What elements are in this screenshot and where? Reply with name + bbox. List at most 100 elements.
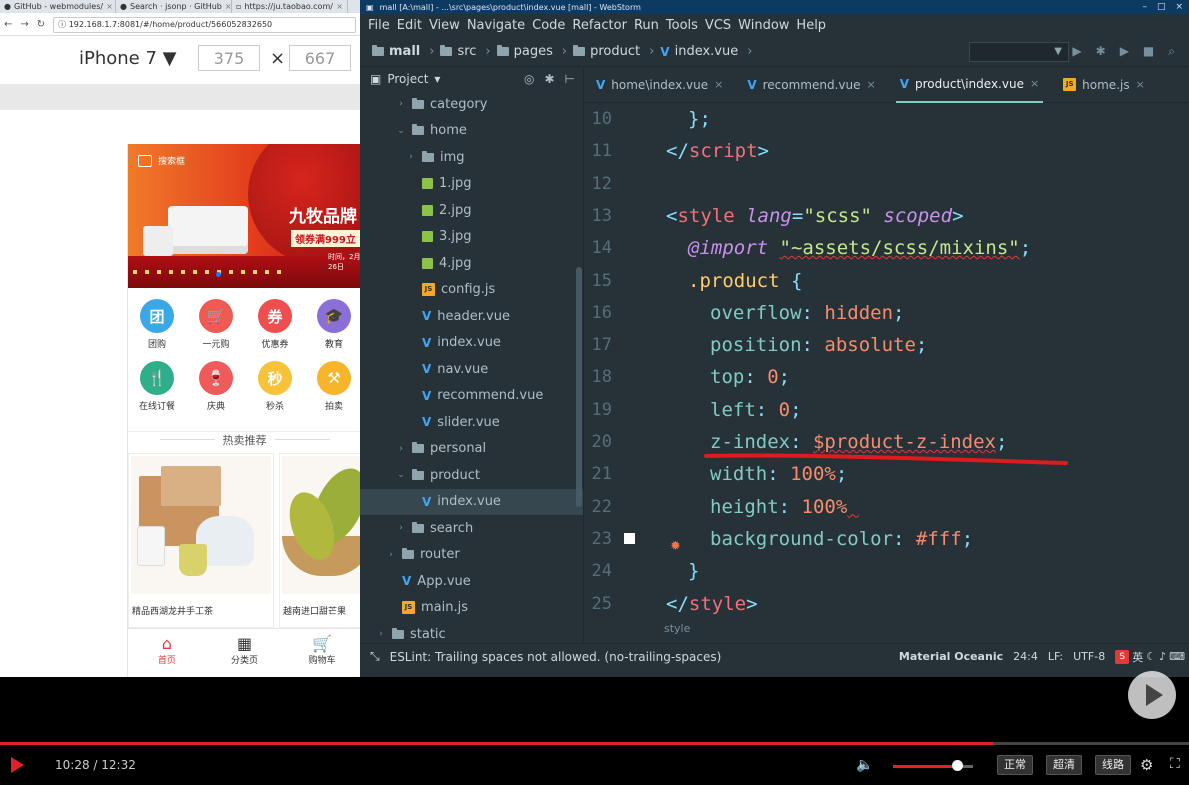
- tree-node[interactable]: › category: [360, 91, 583, 118]
- close-icon[interactable]: ×: [336, 2, 343, 11]
- tree-node[interactable]: ⌄ home: [360, 118, 583, 145]
- scrollbar[interactable]: [576, 267, 582, 507]
- hide-panel-icon[interactable]: ⊢: [565, 72, 575, 86]
- run-icon[interactable]: ▶: [1072, 44, 1081, 59]
- chevron-right-icon[interactable]: ›: [386, 550, 396, 560]
- tree-node[interactable]: › search: [360, 515, 583, 542]
- quality-hd-button[interactable]: 超清: [1046, 755, 1082, 775]
- tree-node[interactable]: › static: [360, 621, 583, 642]
- grid-item-order-food[interactable]: 🍴 在线订餐: [128, 361, 186, 412]
- tree-node[interactable]: Vslider.vue: [360, 409, 583, 436]
- code-line[interactable]: 19 left: 0;: [584, 394, 1189, 426]
- browser-tab[interactable]: ▫ https://ju.taobao.com/×: [232, 0, 348, 13]
- code-line[interactable]: 13 <style lang="scss" scoped>: [584, 200, 1189, 232]
- code-line[interactable]: 10};: [584, 103, 1189, 135]
- ime-toolbar[interactable]: S 英 ☾ ♪ ⌨: [1115, 649, 1185, 665]
- code-line[interactable]: 18 top: 0;: [584, 361, 1189, 393]
- grid-item-celebration[interactable]: 🍷 庆典: [187, 361, 245, 412]
- chevron-right-icon[interactable]: ›: [396, 523, 406, 533]
- browser-tab[interactable]: ● GitHub - webmodules/×: [0, 0, 116, 13]
- tree-node[interactable]: › img: [360, 144, 583, 171]
- grid-item-education[interactable]: 🎓 教育: [305, 299, 360, 350]
- url-field[interactable]: ⓘ 192.168.1.7:8081/#/home/product/566052…: [53, 16, 356, 33]
- line-separator[interactable]: LF:: [1048, 650, 1063, 663]
- scroll-from-source-icon[interactable]: ◎: [524, 72, 534, 86]
- chevron-right-icon[interactable]: ›: [396, 444, 406, 454]
- chevron-right-icon[interactable]: ›: [396, 99, 406, 109]
- chevron-down-icon[interactable]: ⌄: [396, 126, 406, 136]
- menu-item-window[interactable]: Window: [738, 18, 789, 33]
- menu-item-help[interactable]: Help: [796, 18, 826, 33]
- grid-item-coupon[interactable]: 券优惠券: [246, 299, 304, 350]
- breadcrumb-item[interactable]: mall ›: [372, 44, 434, 59]
- menu-item-navigate[interactable]: Navigate: [467, 18, 525, 33]
- code-line[interactable]: 22 height: 100%: [584, 491, 1189, 523]
- maximize-icon[interactable]: □: [1157, 2, 1166, 12]
- browser-tab[interactable]: ● Search · jsonp · GitHub ×: [116, 0, 232, 13]
- device-height-input[interactable]: 667: [289, 45, 351, 71]
- settings-icon[interactable]: ⚙: [1140, 756, 1153, 774]
- code-line[interactable]: 17 position: absolute;: [584, 329, 1189, 361]
- menu-item-vcs[interactable]: VCS: [705, 18, 731, 33]
- editor-breadcrumb[interactable]: style: [664, 622, 690, 635]
- code-line[interactable]: 24}: [584, 555, 1189, 587]
- menu-item-run[interactable]: Run: [634, 18, 659, 33]
- volume-handle[interactable]: [952, 760, 963, 771]
- code-line[interactable]: 12: [584, 168, 1189, 200]
- tree-node[interactable]: JS main.js: [360, 595, 583, 622]
- chevron-right-icon[interactable]: ›: [376, 629, 386, 639]
- stop-icon[interactable]: ■: [1143, 44, 1154, 59]
- caret-position[interactable]: 24:4: [1013, 650, 1038, 663]
- tab-home[interactable]: ⌂ 首页: [128, 629, 206, 677]
- close-icon[interactable]: ×: [1030, 77, 1039, 90]
- product-card[interactable]: 越南进口甜芒果: [279, 453, 360, 628]
- breadcrumb-item[interactable]: product ›: [573, 44, 654, 59]
- project-view-select[interactable]: Project: [387, 72, 428, 86]
- tree-node[interactable]: 3.jpg: [360, 224, 583, 251]
- code-line[interactable]: 15 .product {: [584, 265, 1189, 297]
- fullscreen-icon[interactable]: ⛶: [1170, 756, 1180, 772]
- menu-item-refactor[interactable]: Refactor: [572, 18, 627, 33]
- volume-icon[interactable]: 🔈: [856, 757, 873, 773]
- tab-category[interactable]: ▦ 分类页: [206, 629, 284, 677]
- chevron-down-icon[interactable]: ▾: [434, 72, 440, 86]
- reload-icon[interactable]: ↻: [37, 19, 45, 30]
- menu-item-edit[interactable]: Edit: [397, 18, 422, 33]
- menu-item-tools[interactable]: Tools: [666, 18, 698, 33]
- breadcrumb-item[interactable]: pages ›: [496, 44, 567, 59]
- chevron-down-icon[interactable]: ⌄: [396, 470, 406, 480]
- close-icon[interactable]: ×: [225, 2, 231, 11]
- code-line[interactable]: 25 </style>: [584, 588, 1189, 620]
- menu-item-code[interactable]: Code: [532, 18, 565, 33]
- tab-cart[interactable]: 🛒 购物车: [283, 629, 360, 677]
- banner-slider[interactable]: 搜索框 九牧品牌 领券满999立 时间，2月26日: [128, 144, 360, 288]
- slider-pagination-dot[interactable]: [216, 272, 221, 277]
- tree-node[interactable]: Vnav.vue: [360, 356, 583, 383]
- product-card[interactable]: 精品西湖龙井手工茶: [128, 453, 274, 628]
- tree-node[interactable]: › router: [360, 542, 583, 569]
- editor-tab[interactable]: JS home.js ×: [1059, 67, 1149, 103]
- close-icon[interactable]: ×: [1136, 78, 1145, 91]
- tree-node[interactable]: ⌄ product: [360, 462, 583, 489]
- close-icon[interactable]: ×: [1175, 2, 1183, 12]
- search-everywhere-icon[interactable]: ⌕: [1168, 44, 1175, 59]
- grid-item-groupbuy[interactable]: 团团购: [128, 299, 186, 350]
- editor-tab[interactable]: Vproduct\index.vue ×: [895, 67, 1044, 103]
- file-encoding[interactable]: UTF-8: [1073, 650, 1105, 663]
- lightbulb-icon[interactable]: ✹: [670, 539, 681, 554]
- breadcrumb-item[interactable]: src ›: [440, 44, 491, 59]
- tree-node[interactable]: JS config.js: [360, 277, 583, 304]
- run-configuration-select[interactable]: ▼: [969, 42, 1069, 62]
- tree-node[interactable]: Vheader.vue: [360, 303, 583, 330]
- grid-item-flash-sale[interactable]: 秒秒杀: [246, 361, 304, 412]
- tree-node[interactable]: › personal: [360, 436, 583, 463]
- code-line[interactable]: 14 @import "~assets/scss/mixins";: [584, 232, 1189, 264]
- editor-tab[interactable]: Vhome\index.vue ×: [592, 67, 727, 103]
- collapse-icon[interactable]: ✱: [544, 72, 554, 86]
- tree-node[interactable]: Vindex.vue: [360, 330, 583, 357]
- debug-icon[interactable]: ✱: [1096, 44, 1106, 59]
- close-icon[interactable]: ×: [867, 78, 876, 91]
- forward-icon[interactable]: →: [20, 19, 28, 30]
- close-icon[interactable]: ×: [714, 78, 723, 91]
- code-line[interactable]: 16 overflow: hidden;: [584, 297, 1189, 329]
